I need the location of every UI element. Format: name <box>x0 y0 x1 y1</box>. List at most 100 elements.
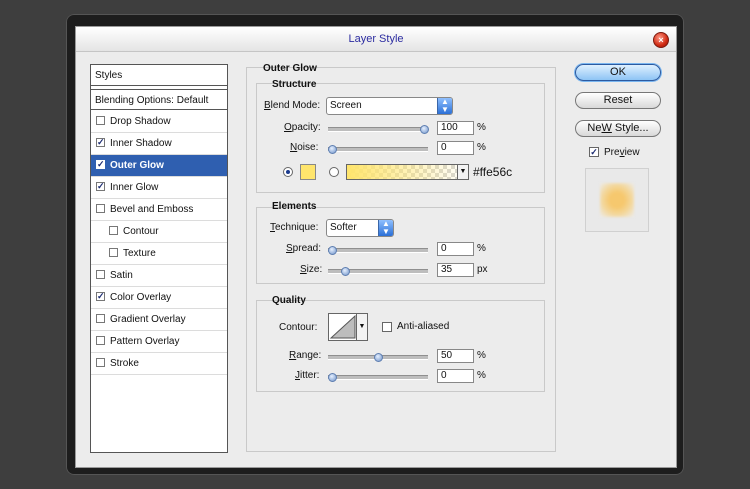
style-item-label: Gradient Overlay <box>110 314 186 325</box>
opacity-label: Opacity: <box>284 122 321 133</box>
style-checkbox[interactable] <box>109 248 118 257</box>
technique-value: Softer <box>330 222 357 233</box>
chevron-updown-icon: ▲ ▼ <box>378 220 393 236</box>
dropdown-arrow-icon[interactable]: ▼ <box>457 165 468 179</box>
size-unit: px <box>477 264 488 275</box>
style-preview <box>585 168 649 232</box>
noise-slider[interactable] <box>328 145 428 154</box>
ok-button[interactable]: OK <box>575 64 661 81</box>
style-item-label: Inner Shadow <box>110 138 172 149</box>
style-item-inner-glow[interactable]: ✓ Inner Glow <box>91 177 227 199</box>
gradient-radio[interactable] <box>329 167 339 177</box>
style-checkbox[interactable] <box>96 204 105 213</box>
style-item-contour[interactable]: Contour <box>91 221 227 243</box>
outer-glow-title: Outer Glow <box>263 63 317 74</box>
elements-title: Elements <box>272 201 317 212</box>
size-input[interactable]: 35 <box>437 263 474 277</box>
style-checkbox[interactable]: ✓ <box>96 182 105 191</box>
opacity-slider[interactable] <box>328 125 429 134</box>
glow-color-hex: #ffe56c <box>473 165 513 179</box>
noise-unit: % <box>477 142 486 153</box>
structure-title: Structure <box>272 79 317 90</box>
window-title: Layer Style <box>348 33 404 45</box>
size-label: Size: <box>300 264 323 275</box>
style-checkbox[interactable]: ✓ <box>96 138 105 147</box>
jitter-unit: % <box>477 370 486 381</box>
style-item-pattern-overlay[interactable]: Pattern Overlay <box>91 331 227 353</box>
spread-unit: % <box>477 243 486 254</box>
style-item-label: Color Overlay <box>110 292 172 303</box>
dropdown-arrow-icon[interactable]: ▼ <box>356 314 367 340</box>
jitter-input[interactable]: 0 <box>437 369 474 383</box>
solid-color-radio[interactable] <box>283 167 293 177</box>
style-item-drop-shadow[interactable]: Drop Shadow <box>91 111 227 133</box>
style-item-label: Satin <box>110 270 133 281</box>
opacity-slider-thumb[interactable] <box>420 125 429 134</box>
range-input[interactable]: 50 <box>437 349 474 363</box>
close-icon[interactable]: × <box>653 32 669 48</box>
styles-header[interactable]: Styles <box>91 65 227 86</box>
style-item-outer-glow[interactable]: ✓ Outer Glow <box>91 155 227 177</box>
noise-slider-thumb[interactable] <box>328 145 337 154</box>
style-item-label: Texture <box>123 248 156 259</box>
style-checkbox[interactable]: ✓ <box>96 160 105 169</box>
jitter-slider-thumb[interactable] <box>328 373 337 382</box>
style-item-label: Pattern Overlay <box>110 336 180 347</box>
style-checkbox[interactable]: ✓ <box>96 292 105 301</box>
layer-style-dialog: Layer Style × Styles Blending Options: D… <box>75 26 677 468</box>
technique-select[interactable]: Softer ▲ ▼ <box>326 219 394 237</box>
style-item-label: Stroke <box>110 358 139 369</box>
style-checkbox[interactable] <box>96 270 105 279</box>
range-slider[interactable] <box>328 353 428 362</box>
contour-curve-icon <box>329 314 356 339</box>
style-checkbox[interactable] <box>96 116 105 125</box>
style-item-gradient-overlay[interactable]: Gradient Overlay <box>91 309 227 331</box>
contour-picker[interactable]: ▼ <box>328 313 368 341</box>
style-item-color-overlay[interactable]: ✓ Color Overlay <box>91 287 227 309</box>
styles-list: Styles Blending Options: Default Drop Sh… <box>90 64 228 453</box>
blend-mode-label: Blend Mode: <box>264 100 321 111</box>
range-label: Range: <box>289 350 322 361</box>
style-item-satin[interactable]: Satin <box>91 265 227 287</box>
chevron-updown-icon: ▲ ▼ <box>437 98 452 114</box>
blend-mode-select[interactable]: Screen ▲ ▼ <box>326 97 453 115</box>
preview-label: Preview <box>604 147 640 158</box>
style-item-inner-shadow[interactable]: ✓ Inner Shadow <box>91 133 227 155</box>
style-item-stroke[interactable]: Stroke <box>91 353 227 375</box>
new-style-button[interactable]: NeW Style... <box>575 120 661 137</box>
gradient-picker[interactable]: ▼ <box>346 164 469 180</box>
spread-slider[interactable] <box>328 246 428 255</box>
technique-label: Technique: <box>270 222 319 233</box>
style-checkbox[interactable] <box>96 358 105 367</box>
quality-title: Quality <box>272 295 306 306</box>
jitter-slider[interactable] <box>328 373 428 382</box>
glow-color-swatch[interactable] <box>300 164 316 180</box>
noise-label: Noise: <box>290 142 319 153</box>
style-item-label: Outer Glow <box>110 160 164 171</box>
spread-label: Spread: <box>286 243 322 254</box>
size-slider[interactable] <box>328 267 428 276</box>
blend-mode-value: Screen <box>330 100 362 111</box>
anti-aliased-checkbox[interactable] <box>382 322 392 332</box>
preview-checkbox[interactable]: ✓ <box>589 147 599 157</box>
style-checkbox[interactable] <box>96 314 105 323</box>
title-bar[interactable]: Layer Style × <box>76 27 676 52</box>
style-item-bevel-and-emboss[interactable]: Bevel and Emboss <box>91 199 227 221</box>
spread-input[interactable]: 0 <box>437 242 474 256</box>
opacity-unit: % <box>477 122 486 133</box>
style-checkbox[interactable] <box>109 226 118 235</box>
style-item-label: Contour <box>123 226 159 237</box>
preview-thumbnail <box>600 183 634 217</box>
range-slider-thumb[interactable] <box>374 353 383 362</box>
opacity-input[interactable]: 100 <box>437 121 474 135</box>
style-checkbox[interactable] <box>96 336 105 345</box>
size-slider-thumb[interactable] <box>340 267 350 276</box>
style-item-label: Bevel and Emboss <box>110 204 194 215</box>
style-item-texture[interactable]: Texture <box>91 243 227 265</box>
style-item-label: Drop Shadow <box>110 116 171 127</box>
blending-options-item[interactable]: Blending Options: Default <box>91 89 227 110</box>
anti-aliased-label: Anti-aliased <box>397 321 450 332</box>
noise-input[interactable]: 0 <box>437 141 474 155</box>
reset-button[interactable]: Reset <box>575 92 661 109</box>
spread-slider-thumb[interactable] <box>328 246 337 255</box>
